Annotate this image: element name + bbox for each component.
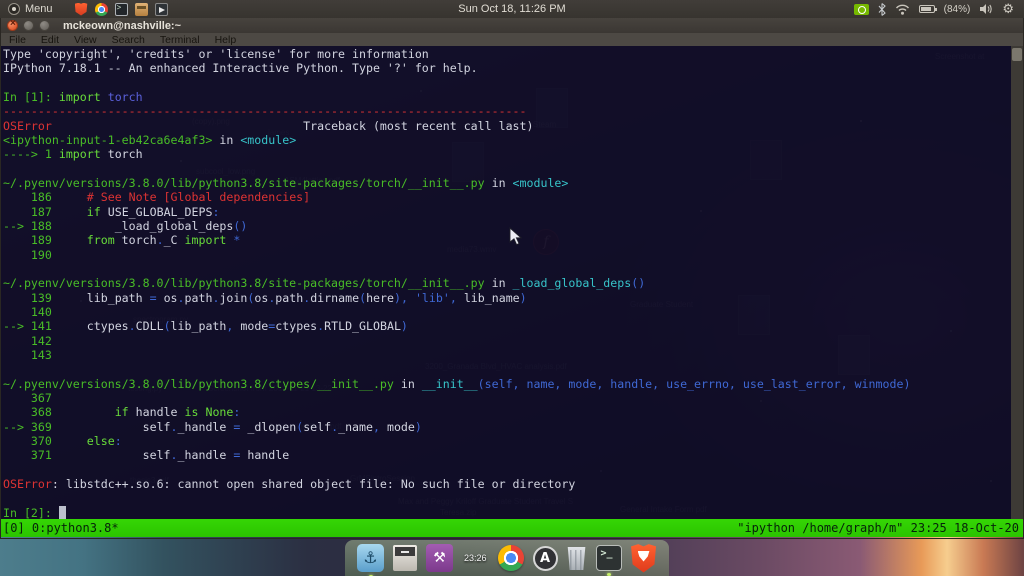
- dock-chrome-icon[interactable]: [498, 545, 524, 571]
- terminal-line: --> 369 self._handle = _dlopen(self._nam…: [3, 420, 910, 434]
- terminal-output: Type 'copyright', 'credits' or 'license'…: [3, 47, 910, 519]
- system-tray: (84%) ⚙: [854, 0, 1024, 18]
- files-icon[interactable]: [135, 3, 148, 16]
- tools-glyph: ⚒: [433, 551, 446, 565]
- terminal-line: In [2]:: [3, 506, 910, 520]
- anchor-glyph: ⚓: [363, 550, 377, 566]
- terminal-window: mckeown@nashville:~ File Edit View Search Te…: [0, 18, 1024, 539]
- terminal-line: ----------------------------------------…: [3, 104, 910, 118]
- dock-trash-icon[interactable]: [567, 546, 587, 570]
- brave-icon[interactable]: [75, 3, 88, 16]
- dock-app-updater-icon[interactable]: A: [533, 546, 558, 571]
- menu-edit[interactable]: Edit: [41, 34, 59, 46]
- panel-menu-label: Menu: [25, 3, 53, 15]
- terminal-line: 187 if USE_GLOBAL_DEPS:: [3, 205, 910, 219]
- terminal-line: --> 188 _load_global_deps(): [3, 219, 910, 233]
- window-maximize-button[interactable]: [39, 20, 50, 31]
- terminal-line: ----> 1 import torch: [3, 147, 910, 161]
- nvidia-icon[interactable]: [854, 4, 869, 15]
- dock-file-cabinet-icon[interactable]: [393, 545, 417, 571]
- dock-clock: 23:26: [462, 553, 489, 563]
- power-gear-icon[interactable]: ⚙: [1002, 3, 1014, 16]
- terminal-scrollbar[interactable]: [1011, 46, 1023, 519]
- terminal-line: 186 # See Note [Global dependencies]: [3, 190, 910, 204]
- terminal-line: 139 lib_path = os.path.join(os.path.dirn…: [3, 291, 910, 305]
- scrollbar-thumb[interactable]: [1012, 48, 1022, 61]
- remote-icon[interactable]: [155, 3, 168, 16]
- terminal-line: ~/.pyenv/versions/3.8.0/lib/python3.8/si…: [3, 276, 910, 290]
- terminal-line: Type 'copyright', 'credits' or 'license'…: [3, 47, 910, 61]
- menu-terminal[interactable]: Terminal: [160, 34, 200, 46]
- terminal-line: [3, 491, 910, 505]
- terminal-line: [3, 76, 910, 90]
- dock-tools-icon[interactable]: ⚒: [426, 544, 453, 572]
- window-minimize-button[interactable]: [23, 20, 34, 31]
- app-updater-glyph: A: [540, 552, 550, 565]
- menu-view[interactable]: View: [74, 34, 97, 46]
- panel-app-shortcuts: [75, 0, 168, 18]
- terminal-line: ~/.pyenv/versions/3.8.0/lib/python3.8/ct…: [3, 377, 910, 391]
- terminal-line: OSError Traceback (most recent call last…: [3, 119, 910, 133]
- terminal-line: 367: [3, 391, 910, 405]
- terminal-line: 140: [3, 305, 910, 319]
- terminal-line: In [1]: import torch: [3, 90, 910, 104]
- window-title: mckeown@nashville:~: [63, 20, 181, 32]
- dock-brave-icon[interactable]: [631, 544, 657, 573]
- menu-help[interactable]: Help: [215, 34, 237, 46]
- battery-percent[interactable]: (84%): [944, 4, 971, 15]
- terminal-icon[interactable]: [115, 3, 128, 16]
- terminal-glyph: >_: [601, 548, 613, 559]
- screen-window-list: [0] 0:python3.8*: [3, 519, 119, 537]
- menu-search[interactable]: Search: [112, 34, 145, 46]
- terminal-menubar: File Edit View Search Terminal Help: [1, 33, 1023, 46]
- terminal-line: [3, 362, 910, 376]
- wifi-icon[interactable]: [895, 4, 910, 15]
- terminal-line: --> 141 ctypes.CDLL(lib_path, mode=ctype…: [3, 319, 910, 333]
- menu-file[interactable]: File: [9, 34, 26, 46]
- terminal-line: ~/.pyenv/versions/3.8.0/lib/python3.8/si…: [3, 176, 910, 190]
- distro-menu-icon: [8, 3, 20, 15]
- terminal-line: 142: [3, 334, 910, 348]
- terminal-line: 370 else:: [3, 434, 910, 448]
- terminal-line: <ipython-input-1-eb42ca6e4af3> in <modul…: [3, 133, 910, 147]
- battery-icon[interactable]: [919, 5, 935, 13]
- terminal-body[interactable]: Type 'copyright', 'credits' or 'license'…: [1, 46, 1023, 519]
- dock-terminal-icon[interactable]: >_: [596, 545, 622, 571]
- terminal-line: 371 self._handle = handle: [3, 448, 910, 462]
- terminal-line: [3, 162, 910, 176]
- panel-menu-button[interactable]: Menu: [0, 0, 61, 18]
- terminal-line: IPython 7.18.1 -- An enhanced Interactiv…: [3, 61, 910, 75]
- terminal-line: [3, 262, 910, 276]
- dock-anchor-icon[interactable]: ⚓: [357, 544, 384, 572]
- dock: ⚓ ⚒ 23:26 A >_: [345, 540, 669, 576]
- terminal-line: 189 from torch._C import *: [3, 233, 910, 247]
- bluetooth-icon[interactable]: [878, 3, 886, 16]
- terminal-line: 368 if handle is None:: [3, 405, 910, 419]
- terminal-line: 190: [3, 248, 910, 262]
- terminal-line: [3, 463, 910, 477]
- volume-icon[interactable]: [979, 3, 993, 15]
- terminal-line: OSError: libstdc++.so.6: cannot open sha…: [3, 477, 910, 491]
- terminal-line: 143: [3, 348, 910, 362]
- screen-status-right: "ipython /home/graph/m" 23:25 18-Oct-20: [737, 519, 1019, 537]
- window-close-button[interactable]: [7, 20, 18, 31]
- screen-statusbar: [0] 0:python3.8* "ipython /home/graph/m"…: [1, 519, 1023, 537]
- top-panel: Menu Sun Oct 18, 11:26 PM (84%) ⚙: [0, 0, 1024, 18]
- chrome-icon[interactable]: [95, 3, 108, 16]
- terminal-titlebar[interactable]: mckeown@nashville:~: [1, 18, 1023, 33]
